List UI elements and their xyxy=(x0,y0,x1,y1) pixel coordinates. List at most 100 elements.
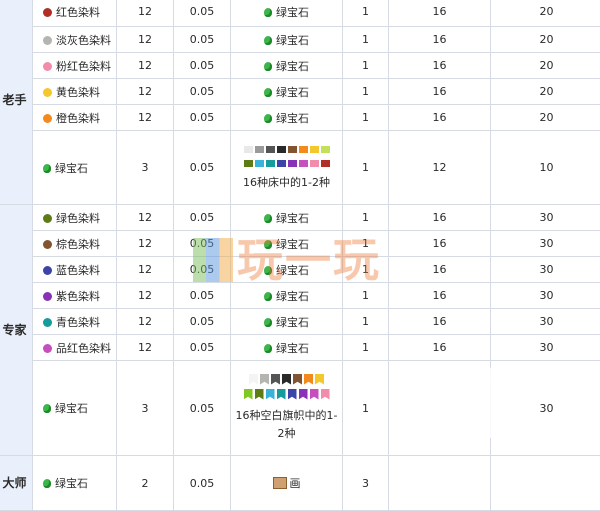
banner-icon xyxy=(276,388,286,400)
banner-icon xyxy=(309,388,319,400)
price-cell: 绿宝石 xyxy=(230,334,343,361)
price-cell: 画 xyxy=(230,455,343,511)
table-row: 紫色染料 12 0.05 绿宝石 1 16 30 xyxy=(0,282,600,309)
trade-table: 老手 红色染料 12 0.05 绿宝石 1 16 20 淡灰色染料 12 0.0… xyxy=(0,0,600,511)
cyan-dye-icon xyxy=(43,317,52,327)
price-cell: 绿宝石 xyxy=(230,282,343,309)
bed-icon xyxy=(276,146,286,153)
price-cell: 绿宝石 xyxy=(230,26,343,53)
bed-icon xyxy=(276,160,286,167)
table-row: 绿宝石 3 0.05 16种床中的1-2种 1 12 10 xyxy=(0,130,600,205)
banner-icon xyxy=(315,373,324,385)
table-row: 棕色染料 12 0.05 绿宝石 1 16 30 xyxy=(0,230,600,257)
magenta-dye-icon xyxy=(43,343,52,353)
blue-dye-icon xyxy=(43,265,52,275)
brown-dye-icon xyxy=(43,239,52,249)
banner-icon xyxy=(287,388,297,400)
banner-icon xyxy=(265,388,275,400)
price-cell: 绿宝石 xyxy=(230,0,343,27)
item-cell: 绿宝石 xyxy=(32,360,117,456)
price-cell: 绿宝石 xyxy=(230,230,343,257)
banner-icon xyxy=(260,373,269,385)
pink-dye-icon xyxy=(43,61,52,71)
emerald-icon xyxy=(264,239,272,249)
table-row: 粉红色染料 12 0.05 绿宝石 1 16 20 xyxy=(0,52,600,79)
table-row: 青色染料 12 0.05 绿宝石 1 16 30 xyxy=(0,308,600,335)
bed-icon xyxy=(309,146,319,153)
bed-icon xyxy=(320,146,330,153)
table-row: 淡灰色染料 12 0.05 绿宝石 1 16 20 xyxy=(0,26,600,53)
price-cell: 绿宝石 xyxy=(230,308,343,335)
banner-icon xyxy=(320,388,330,400)
banner-trade-cell: 16种空白旗帜中的1-2种 xyxy=(230,360,343,456)
table-row: 专家 绿色染料 12 0.05 绿宝石 1 16 30 xyxy=(0,204,600,456)
item-cell: 品红色染料 xyxy=(32,334,117,361)
banner-icon xyxy=(254,388,264,400)
banner-icon xyxy=(304,373,313,385)
emerald-icon xyxy=(43,479,51,488)
bed-icon xyxy=(287,160,297,167)
banner-icon xyxy=(298,388,308,400)
bed-icon xyxy=(254,146,264,153)
price-cell: 绿宝石 xyxy=(230,256,343,283)
item-cell: 绿色染料 xyxy=(32,204,117,231)
table-row: 橙色染料 12 0.05 绿宝石 1 16 20 xyxy=(0,104,600,131)
item-cell: 红色染料 xyxy=(32,0,117,27)
bed-icon xyxy=(320,160,330,167)
item-cell: 青色染料 xyxy=(32,308,117,335)
emerald-icon xyxy=(264,61,272,71)
banner-icon xyxy=(293,373,302,385)
price-cell: 绿宝石 xyxy=(230,104,343,131)
painting-icon xyxy=(272,477,287,489)
price-cell: 绿宝石 xyxy=(230,78,343,105)
emerald-icon xyxy=(264,343,272,353)
bed-icon xyxy=(243,160,253,167)
table-row: 蓝色染料 12 0.05 绿宝石 1 16 30 xyxy=(0,256,600,283)
item-cell: 橙色染料 xyxy=(32,104,117,131)
item-cell: 绿宝石 xyxy=(32,455,117,511)
yellow-dye-icon xyxy=(43,87,52,97)
overlay-fade xyxy=(440,368,500,438)
item-cell: 蓝色染料 xyxy=(32,256,117,283)
emerald-icon xyxy=(264,213,272,223)
red-dye-icon xyxy=(43,7,52,17)
green-dye-icon xyxy=(43,213,52,223)
table-row: 老手 红色染料 12 0.05 绿宝石 1 16 20 xyxy=(0,0,600,205)
bed-icon xyxy=(254,160,264,167)
bed-icon xyxy=(265,146,275,153)
banner-icons xyxy=(235,373,338,404)
bed-icon xyxy=(243,146,253,153)
banner-icon xyxy=(243,388,253,400)
table-row: 绿宝石 3 0.05 16种空白旗帜中的1-2种 1 30 xyxy=(0,360,600,456)
emerald-icon xyxy=(264,87,272,97)
emerald-icon xyxy=(264,291,272,301)
emerald-icon xyxy=(43,163,51,173)
item-cell: 绿宝石 xyxy=(32,130,117,205)
item-cell: 紫色染料 xyxy=(32,282,117,309)
bed-icons xyxy=(235,143,338,171)
orange-dye-icon xyxy=(43,113,52,123)
banner-icon xyxy=(249,373,258,385)
item-cell: 棕色染料 xyxy=(32,230,117,257)
bed-trade-cell: 16种床中的1-2种 xyxy=(230,130,343,205)
banner-icon xyxy=(271,373,280,385)
item-cell: 淡灰色染料 xyxy=(32,26,117,53)
bed-icon xyxy=(309,160,319,167)
emerald-icon xyxy=(264,7,272,17)
banner-icon xyxy=(282,373,291,385)
light-gray-dye-icon xyxy=(43,35,52,45)
level-novice: 老手 xyxy=(0,0,33,205)
level-expert: 专家 xyxy=(0,204,33,456)
level-master: 大师 xyxy=(0,455,33,511)
table-row: 品红色染料 12 0.05 绿宝石 1 16 30 xyxy=(0,334,600,361)
price-cell: 绿宝石 xyxy=(230,204,343,231)
emerald-icon xyxy=(264,317,272,327)
emerald-icon xyxy=(264,35,272,45)
emerald-icon xyxy=(43,404,51,413)
bed-icon xyxy=(298,146,308,153)
item-cell: 粉红色染料 xyxy=(32,52,117,79)
table-row: 黄色染料 12 0.05 绿宝石 1 16 20 xyxy=(0,78,600,105)
bed-icon xyxy=(265,160,275,167)
emerald-icon xyxy=(264,265,272,275)
table-row: 大师 绿宝石 2 0.05 画 3 xyxy=(0,455,600,511)
